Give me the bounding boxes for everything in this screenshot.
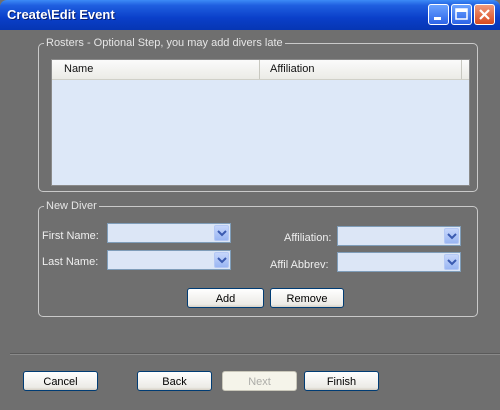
affil-abbrev-combo[interactable] xyxy=(337,252,461,272)
affiliation-label: Affiliation: xyxy=(284,232,332,244)
close-icon xyxy=(479,9,490,20)
first-name-dropdown-button[interactable] xyxy=(214,225,229,241)
minimize-icon xyxy=(434,17,441,20)
chevron-down-icon xyxy=(447,233,457,240)
chevron-down-icon xyxy=(217,230,227,237)
first-name-combo[interactable] xyxy=(107,223,231,243)
footer-separator xyxy=(10,353,500,355)
finish-button[interactable]: Finish xyxy=(304,371,379,391)
remove-diver-button[interactable]: Remove xyxy=(270,288,344,308)
rosters-legend: Rosters - Optional Step, you may add div… xyxy=(46,37,283,49)
chevron-down-icon xyxy=(447,259,457,266)
add-diver-button[interactable]: Add xyxy=(187,288,264,308)
last-name-combo[interactable] xyxy=(107,250,231,270)
column-header-name[interactable]: Name xyxy=(52,60,260,79)
last-name-label: Last Name: xyxy=(42,256,99,268)
affil-abbrev-label: Affil Abbrev: xyxy=(270,259,329,271)
affiliation-dropdown-button[interactable] xyxy=(444,228,459,244)
rosters-list[interactable]: Name Affiliation xyxy=(51,59,470,186)
new-diver-legend: New Diver xyxy=(46,200,97,212)
create-edit-event-window: Create\Edit Event Rosters - Optional Ste… xyxy=(0,0,500,410)
back-button[interactable]: Back xyxy=(137,371,212,391)
title-bar[interactable]: Create\Edit Event xyxy=(0,0,500,30)
rosters-list-header: Name Affiliation xyxy=(52,60,469,80)
next-button[interactable]: Next xyxy=(222,371,297,391)
cancel-button[interactable]: Cancel xyxy=(23,371,98,391)
column-header-affiliation[interactable]: Affiliation xyxy=(260,60,462,79)
maximize-button[interactable] xyxy=(451,4,472,25)
minimize-button[interactable] xyxy=(428,4,449,25)
column-header-filler xyxy=(462,60,469,79)
close-button[interactable] xyxy=(474,4,495,25)
affiliation-combo[interactable] xyxy=(337,226,461,246)
first-name-label: First Name: xyxy=(42,230,99,242)
maximize-icon xyxy=(455,8,468,20)
chevron-down-icon xyxy=(217,257,227,264)
window-title: Create\Edit Event xyxy=(7,7,115,22)
affil-abbrev-dropdown-button[interactable] xyxy=(444,254,459,270)
last-name-dropdown-button[interactable] xyxy=(214,252,229,268)
